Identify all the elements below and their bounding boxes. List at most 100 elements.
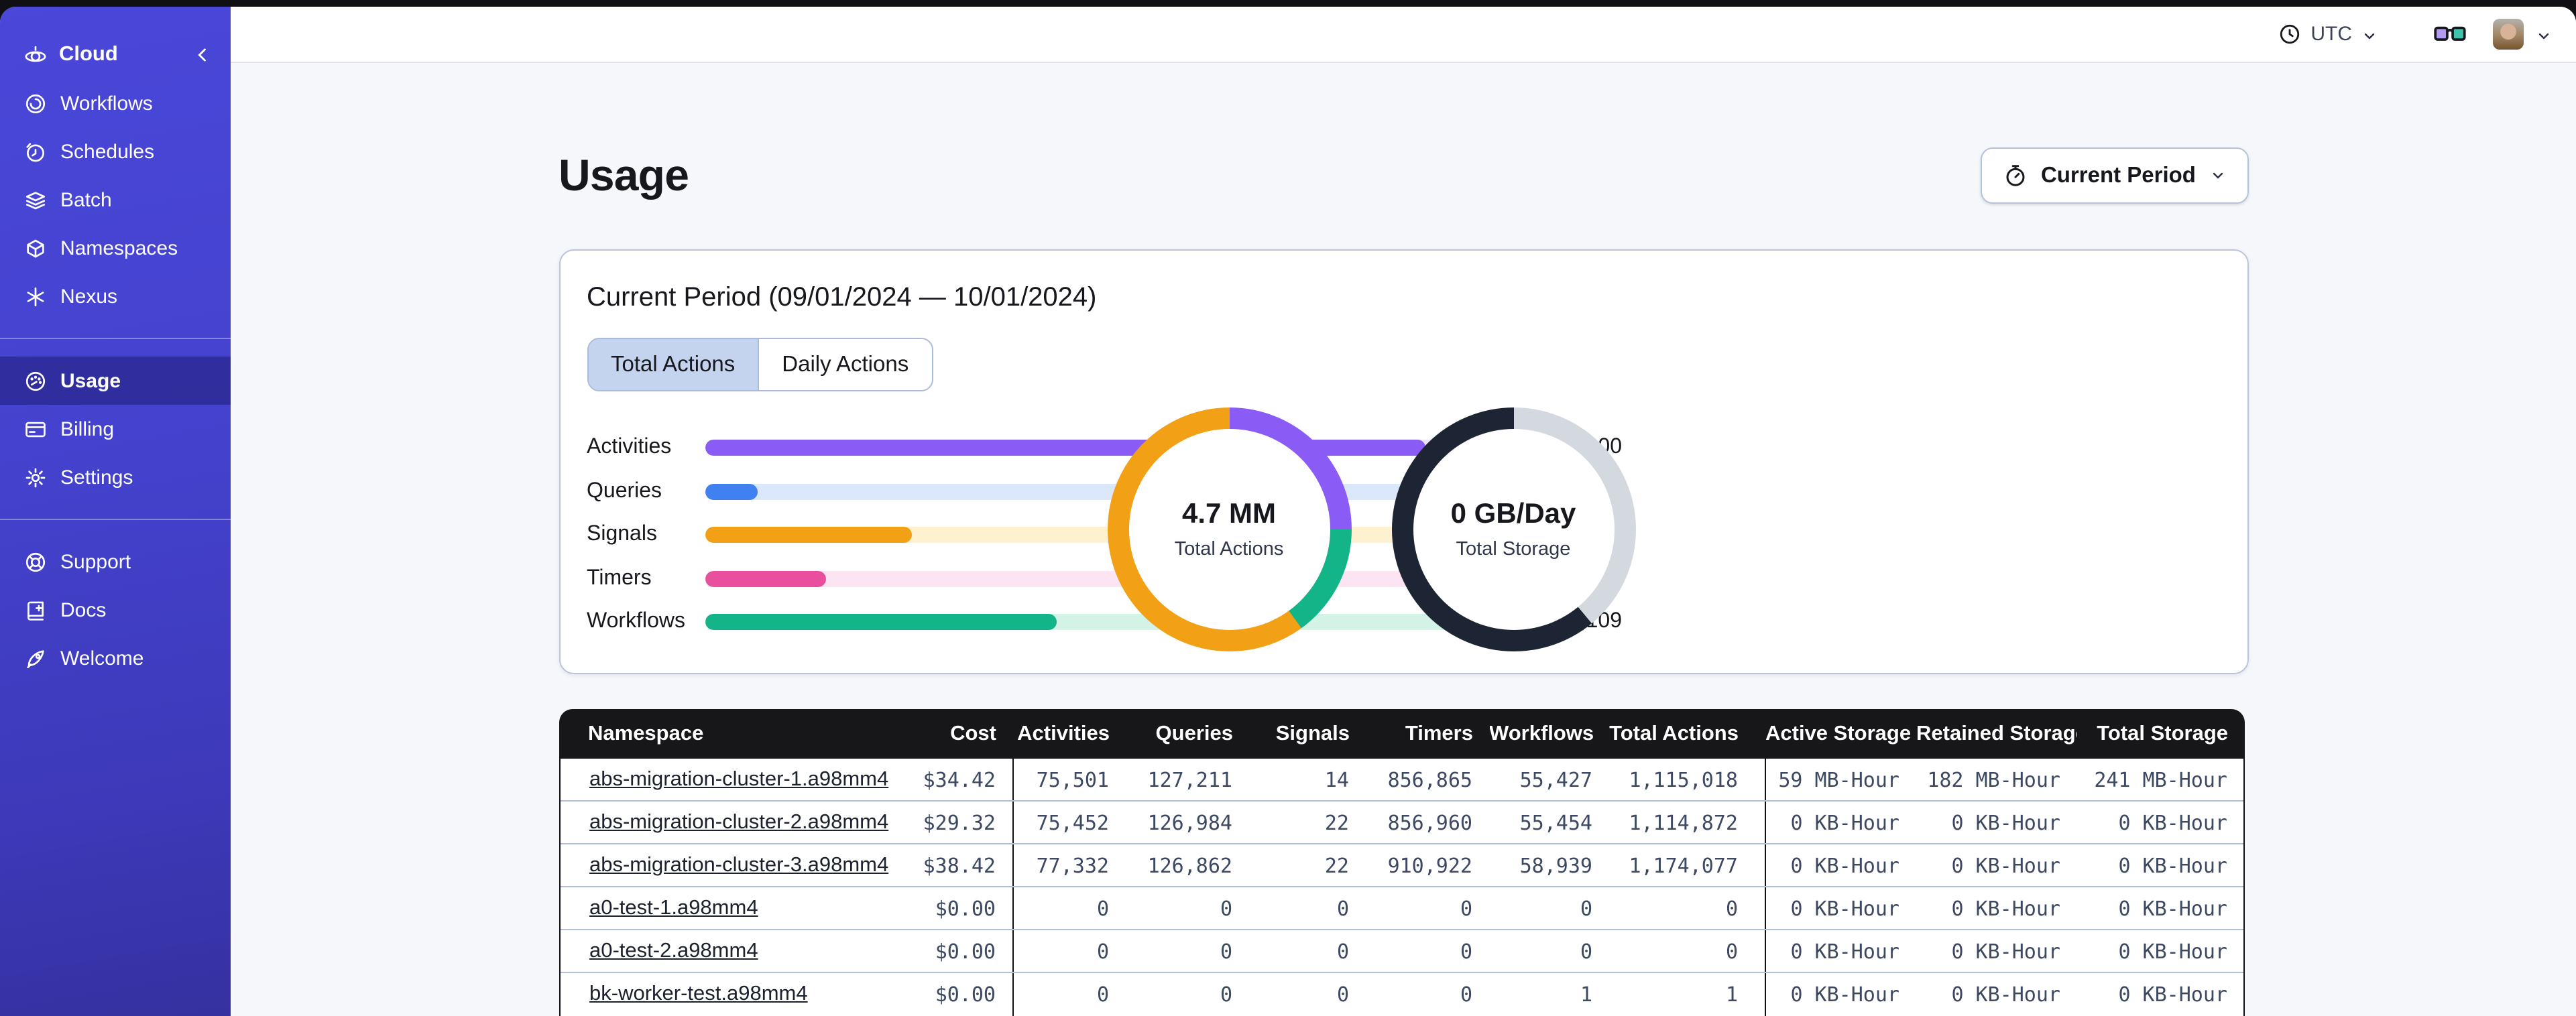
signals-cell: 0 [1336, 982, 1349, 1007]
namespace-link[interactable]: abs-migration-cluster-3.a98mm4 [589, 853, 888, 876]
sidebar-item-docs[interactable]: Docs [0, 586, 231, 634]
bar-fill [705, 570, 827, 587]
sidebar-item-workflows[interactable]: Workflows [0, 79, 231, 127]
batch-layers-icon [24, 188, 47, 211]
donut-label: Total Storage [1456, 539, 1571, 560]
namespace-usage-table: Namespace Cost Activities Queries Signal… [559, 709, 2244, 1016]
period-dropdown-button[interactable]: Current Period [1980, 147, 2248, 204]
timers-cell: 0 [1460, 896, 1472, 920]
donut-value: 4.7 MM [1181, 499, 1276, 529]
namespace-link[interactable]: abs-migration-cluster-1.a98mm4 [589, 767, 888, 790]
retained-storage-cell: 0 KB-Hour [1951, 939, 2060, 963]
bar-label: Timers [587, 566, 652, 590]
sidebar-item-welcome[interactable]: Welcome [0, 634, 231, 682]
total-actions-cell: 1 [1725, 982, 1738, 1007]
page-header: Usage Current Period [559, 146, 2248, 205]
signals-cell: 22 [1324, 810, 1349, 834]
glasses-icon[interactable] [2434, 23, 2466, 45]
column-header-activities: Activities [1017, 722, 1110, 745]
column-header-total-actions: Total Actions [1609, 722, 1739, 745]
sidebar-item-schedules[interactable]: Schedules [0, 127, 231, 176]
donut-center: 0 GB/Day Total Storage [1391, 407, 1635, 651]
total-actions-cell: 1,174,077 [1629, 853, 1738, 877]
sidebar-brand[interactable]: Cloud [0, 31, 231, 79]
sidebar-divider [0, 519, 231, 520]
active-storage-cell: 0 KB-Hour [1765, 930, 1916, 972]
namespace-link[interactable]: bk-worker-test.a98mm4 [589, 982, 808, 1005]
total-storage-cell: 0 KB-Hour [2118, 939, 2227, 963]
bar-label: Workflows [587, 610, 685, 633]
sidebar-item-label: Welcome [60, 647, 144, 670]
activities-cell: 0 [1012, 887, 1125, 929]
sidebar-item-label: Nexus [60, 285, 118, 308]
bar-label: Activities [587, 436, 672, 459]
sidebar-item-nexus[interactable]: Nexus [0, 272, 231, 320]
donut-value: 0 GB/Day [1450, 499, 1576, 529]
queries-cell: 126,862 [1147, 853, 1232, 877]
cost-cell: $34.42 [923, 767, 996, 791]
account-chevron-down-icon[interactable] [2536, 26, 2552, 42]
total-storage-cell: 0 KB-Hour [2118, 810, 2227, 834]
avatar[interactable] [2493, 19, 2524, 50]
signals-cell: 14 [1324, 767, 1349, 791]
namespace-link[interactable]: a0-test-2.a98mm4 [589, 939, 758, 962]
topbar: UTC [231, 7, 2576, 63]
namespace-link[interactable]: abs-migration-cluster-2.a98mm4 [589, 810, 888, 833]
workflows-cell: 55,427 [1519, 767, 1592, 791]
content: Usage Current Period Current Period (09/… [231, 63, 2576, 1016]
total-actions-cell: 0 [1725, 896, 1738, 920]
total-storage-cell: 241 MB-Hour [2094, 767, 2227, 791]
sidebar-item-settings[interactable]: Settings [0, 453, 231, 501]
workflows-cell: 58,939 [1519, 853, 1592, 877]
app-window: Cloud Workflows Schedules Batch Namespac… [0, 7, 2576, 1016]
column-header-timers: Timers [1405, 722, 1473, 745]
screen: Cloud Workflows Schedules Batch Namespac… [0, 0, 2576, 1016]
timezone-selector[interactable]: UTC [2278, 23, 2378, 46]
active-storage-cell: 59 MB-Hour [1765, 759, 1916, 800]
billing-card-icon [24, 418, 47, 440]
tab-daily-actions[interactable]: Daily Actions [758, 339, 932, 390]
activities-cell: 0 [1012, 930, 1125, 972]
active-storage-cell: 0 KB-Hour [1765, 802, 1916, 843]
namespace-link[interactable]: a0-test-1.a98mm4 [589, 896, 758, 919]
workflows-cell: 55,454 [1519, 810, 1592, 834]
workflows-cell: 1 [1580, 982, 1592, 1007]
table-row: a0-test-1.a98mm4 $0.00 0 0 0 0 0 0 0 KB-… [560, 887, 2243, 930]
sidebar-item-label: Batch [60, 188, 112, 211]
activities-cell: 0 [1012, 973, 1125, 1016]
table-body: abs-migration-cluster-1.a98mm4 $34.42 75… [559, 759, 2244, 1016]
main-area: UTC Usage Current Period Current Period … [231, 7, 2576, 1016]
column-header-queries: Queries [1155, 722, 1233, 745]
donut-label: Total Actions [1174, 539, 1284, 560]
sidebar-item-billing[interactable]: Billing [0, 405, 231, 453]
total-storage-cell: 0 KB-Hour [2118, 853, 2227, 877]
sidebar-item-usage[interactable]: Usage [0, 357, 231, 405]
timers-cell: 856,960 [1387, 810, 1472, 834]
clock-icon [2278, 23, 2301, 46]
sidebar-item-support[interactable]: Support [0, 537, 231, 586]
queries-cell: 0 [1220, 939, 1232, 963]
signals-cell: 22 [1324, 853, 1349, 877]
column-header-cost: Cost [950, 722, 996, 745]
current-period-title: Current Period (09/01/2024 — 10/01/2024) [587, 283, 1097, 312]
cost-cell: $29.32 [923, 810, 996, 834]
sidebar-item-label: Support [60, 550, 131, 573]
active-storage-cell: 0 KB-Hour [1765, 973, 1916, 1016]
sidebar-item-batch[interactable]: Batch [0, 176, 231, 224]
sidebar-item-label: Settings [60, 466, 133, 489]
table-row: bk-worker-test.a98mm4 $0.00 0 0 0 0 1 1 … [560, 973, 2243, 1016]
total-storage-donut: 0 GB/Day Total Storage [1391, 407, 1635, 651]
signals-cell: 0 [1336, 896, 1349, 920]
queries-cell: 0 [1220, 982, 1232, 1007]
docs-book-icon [24, 598, 47, 621]
sidebar-item-label: Billing [60, 418, 115, 440]
tab-total-actions[interactable]: Total Actions [588, 339, 758, 390]
retained-storage-cell: 182 MB-Hour [1927, 767, 2060, 791]
retained-storage-cell: 0 KB-Hour [1951, 982, 2060, 1007]
donut-center: 4.7 MM Total Actions [1107, 407, 1351, 651]
sidebar-item-namespaces[interactable]: Namespaces [0, 224, 231, 272]
stopwatch-icon [2003, 164, 2028, 188]
sidebar-item-label: Usage [60, 369, 121, 392]
table-header: Namespace Cost Activities Queries Signal… [559, 709, 2244, 759]
sidebar-collapse-icon[interactable] [193, 46, 212, 64]
